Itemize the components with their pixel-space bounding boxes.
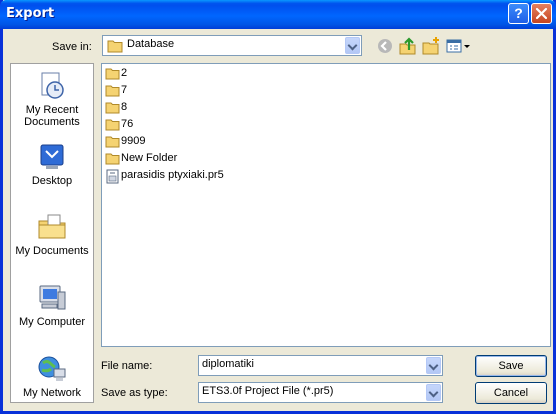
folder-icon [105, 102, 120, 114]
save-as-type-dropdown[interactable]: ETS3.0f Project File (*.pr5) [198, 382, 443, 403]
place-my-recent-documents[interactable]: My Recent Documents [11, 70, 93, 128]
my-documents-icon [38, 214, 66, 239]
project-file-icon [106, 169, 119, 184]
file-name: 2 [121, 67, 128, 79]
new-folder-icon[interactable] [421, 36, 441, 56]
place-label: My Recent Documents [24, 104, 80, 128]
my-computer-icon [39, 285, 66, 310]
place-label: My Network [22, 387, 82, 399]
place-label: Desktop [31, 175, 73, 187]
save-as-type-label: Save as type: [101, 387, 168, 399]
save-button[interactable]: Save [475, 355, 547, 377]
export-dialog: Export ? Save in: Database My Recent Doc… [0, 0, 556, 414]
place-my-network[interactable]: My Network [11, 353, 93, 399]
save-in-value: Database [127, 38, 175, 50]
help-button[interactable]: ? [508, 3, 529, 24]
save-in-label: Save in: [52, 41, 92, 53]
place-my-computer[interactable]: My Computer [11, 282, 93, 328]
close-icon [535, 7, 548, 20]
file-name: parasidis ptyxiaki.pr5 [121, 169, 224, 181]
folder-icon [105, 136, 120, 148]
help-icon: ? [514, 5, 523, 21]
up-folder-icon[interactable] [398, 36, 418, 56]
file-name: New Folder [121, 152, 178, 164]
folder-icon [105, 85, 120, 97]
file-name: 9909 [121, 135, 146, 147]
chevron-down-icon[interactable] [426, 357, 441, 374]
place-my-documents[interactable]: My Documents [11, 211, 93, 257]
title-bar[interactable]: Export ? [0, 0, 556, 29]
desktop-icon [40, 144, 64, 169]
my-network-icon [38, 356, 66, 381]
folder-icon [107, 40, 123, 53]
file-name-field[interactable]: diplomatiki [198, 355, 443, 376]
save-as-type-value: ETS3.0f Project File (*.pr5) [202, 385, 334, 397]
chevron-down-icon[interactable] [345, 37, 360, 54]
place-desktop[interactable]: Desktop [11, 141, 93, 187]
back-icon[interactable] [375, 36, 395, 56]
place-label: My Computer [18, 316, 86, 328]
views-icon[interactable] [445, 36, 471, 56]
save-in-dropdown[interactable]: Database [102, 35, 362, 56]
window-title: Export [6, 6, 55, 21]
folder-icon [105, 119, 120, 131]
folder-icon [105, 68, 120, 80]
file-name: 7 [121, 84, 128, 96]
file-name: 76 [121, 118, 134, 130]
close-button[interactable] [531, 3, 552, 24]
folder-icon [105, 153, 120, 165]
recent-documents-icon [41, 72, 64, 99]
file-list[interactable]: 2 7 8 76 9909 New Folder parasidis ptyxi… [101, 63, 551, 347]
cancel-button[interactable]: Cancel [475, 382, 547, 404]
file-name-label: File name: [101, 360, 153, 372]
chevron-down-icon[interactable] [426, 384, 441, 401]
places-bar: My Recent Documents Desktop My Documents [10, 63, 94, 403]
file-name-value: diplomatiki [202, 358, 254, 370]
file-name: 8 [121, 101, 128, 113]
place-label: My Documents [15, 245, 89, 257]
